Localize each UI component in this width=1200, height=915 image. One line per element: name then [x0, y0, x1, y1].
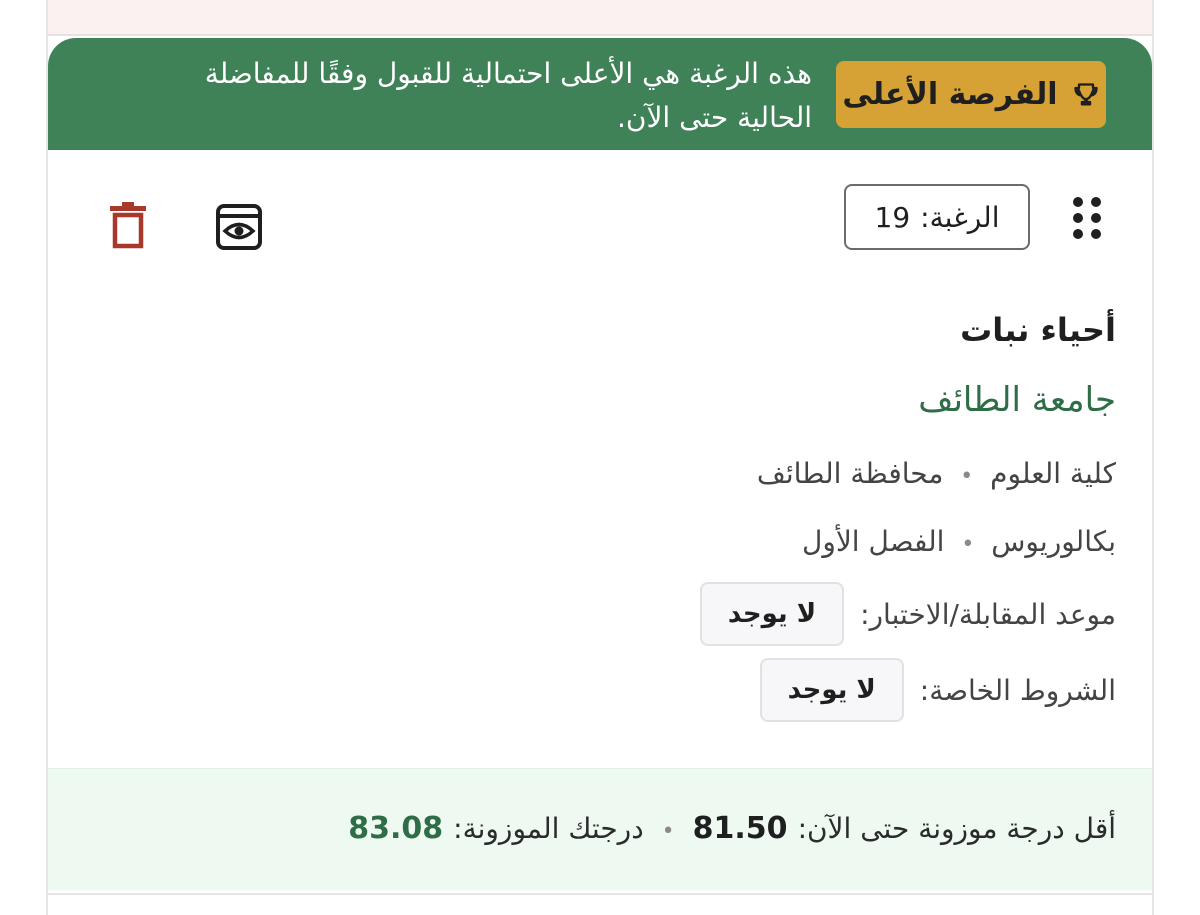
- location-name: محافظة الطائف: [756, 457, 944, 490]
- my-score-value: 83.08: [348, 811, 444, 846]
- min-score-label: أقل درجة موزونة حتى الآن:: [797, 812, 1116, 845]
- card-toolbar: الرغبة: 19: [48, 184, 1152, 254]
- conditions-row: الشروط الخاصة: لا يوجد: [216, 652, 1116, 728]
- top-chance-badge: الفرصة الأعلى: [836, 61, 1106, 128]
- university-name: جامعة الطائف: [918, 380, 1116, 420]
- my-score-label: درجتك الموزونة:: [453, 812, 644, 845]
- banner-message: هذه الرغبة هي الأعلى احتمالية للقبول وفق…: [204, 57, 812, 134]
- degree-name: بكالوريوس: [991, 525, 1116, 558]
- interview-label: موعد المقابلة/الاختبار:: [860, 597, 1116, 631]
- wish-label: الرغبة:: [920, 200, 1000, 234]
- wish-card: الفرصة الأعلى هذه الرغبة هي الأعلى احتما…: [48, 38, 1152, 893]
- card-bottom-border: [48, 893, 1152, 895]
- program-info: أحياء نبات جامعة الطائف كلية العلوم • مح…: [216, 300, 1116, 728]
- score-separator: •: [661, 819, 675, 844]
- drag-handle-icon[interactable]: [1070, 194, 1104, 242]
- content-frame: الفرصة الأعلى هذه الرغبة هي الأعلى احتما…: [46, 0, 1154, 915]
- top-chance-banner: الفرصة الأعلى هذه الرغبة هي الأعلى احتما…: [48, 38, 1152, 150]
- view-button[interactable]: [216, 204, 262, 250]
- conditions-value: لا يوجد: [759, 658, 904, 722]
- semester-name: الفصل الأول: [801, 525, 945, 558]
- college-name: كلية العلوم: [990, 457, 1116, 490]
- interview-row: موعد المقابلة/الاختبار: لا يوجد: [216, 576, 1116, 652]
- delete-button[interactable]: [106, 202, 150, 250]
- interview-value: لا يوجد: [699, 582, 845, 646]
- major-name: أحياء نبات: [960, 311, 1116, 349]
- previous-card-edge: [48, 0, 1152, 36]
- score-line: أقل درجة موزونة حتى الآن: 81.50 • درجتك …: [348, 811, 1116, 846]
- wish-number-chip: الرغبة: 19: [844, 184, 1030, 250]
- conditions-label: الشروط الخاصة:: [919, 673, 1116, 707]
- wish-number: 19: [874, 200, 911, 234]
- meta-separator: •: [960, 464, 974, 489]
- badge-label: الفرصة الأعلى: [842, 77, 1058, 112]
- college-location: كلية العلوم • محافظة الطائف: [216, 440, 1116, 508]
- trophy-icon: [1073, 82, 1098, 106]
- min-score-value: 81.50: [692, 811, 788, 846]
- degree-semester: بكالوريوس • الفصل الأول: [216, 508, 1116, 576]
- meta-separator-2: •: [961, 532, 975, 557]
- score-footer: أقل درجة موزونة حتى الآن: 81.50 • درجتك …: [48, 768, 1152, 890]
